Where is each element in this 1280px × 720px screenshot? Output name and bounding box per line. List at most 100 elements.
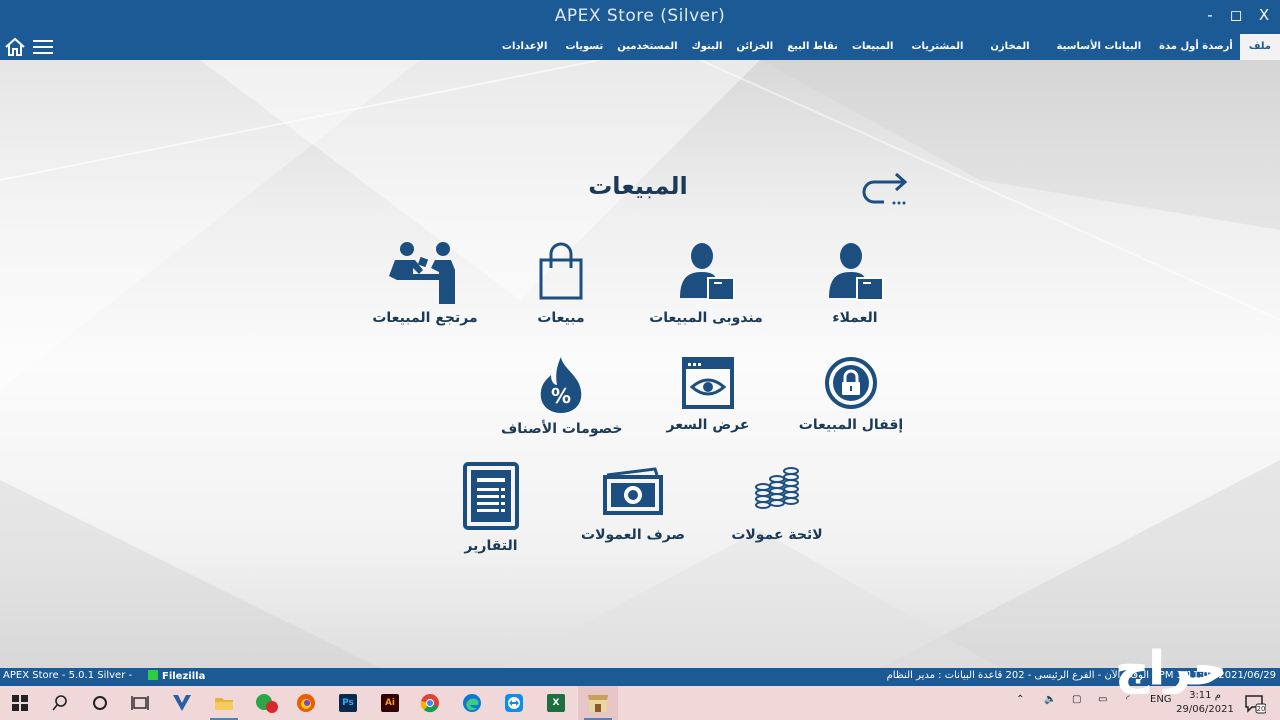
lock-icon: [825, 357, 877, 409]
menu-bar: ملف أرصدة أول مدة البيانات الأساسية المخ…: [0, 34, 1280, 60]
tray-chevron-icon[interactable]: ⌃: [1016, 694, 1024, 705]
store-icon: [588, 695, 608, 712]
notification-icon: 20: [1245, 695, 1267, 714]
tile-reports[interactable]: التقارير: [431, 462, 551, 554]
tile-label: العملاء: [832, 310, 878, 326]
whatsapp-icon: [256, 694, 278, 713]
tile-label: لائحة عمولات: [731, 527, 823, 543]
menu-file[interactable]: ملف: [1239, 34, 1280, 60]
watermark-text: حراج: [1116, 641, 1227, 694]
task-view-button[interactable]: [120, 686, 160, 720]
chrome-icon: [420, 694, 439, 713]
back-arrow-icon[interactable]: [862, 166, 914, 206]
menu-purchases[interactable]: المشتريات: [900, 34, 974, 60]
menu-warehouses[interactable]: المخازن: [974, 34, 1045, 60]
notification-center-button[interactable]: 20: [1244, 694, 1267, 714]
task-view-icon: [131, 696, 149, 710]
minimize-button[interactable]: -: [1200, 6, 1220, 24]
tile-label: مبيعات: [537, 310, 585, 326]
firefox-icon: [297, 694, 315, 712]
start-button[interactable]: [0, 686, 40, 720]
menu-adjustments[interactable]: تسويات: [558, 34, 610, 60]
search-button[interactable]: [40, 686, 80, 720]
taskbar-app-teamviewer[interactable]: [494, 686, 534, 720]
taskbar-app-edge[interactable]: [452, 686, 492, 720]
svg-text:%: %: [551, 384, 571, 408]
tile-item-discounts[interactable]: % خصومات الأصناف: [501, 355, 623, 437]
filezilla-status: Filezilla: [148, 670, 205, 682]
taskbar-app-chrome[interactable]: [410, 686, 450, 720]
background-pattern: [0, 60, 1280, 668]
cortana-circle-icon: [93, 696, 107, 710]
banknote-icon: [603, 467, 663, 515]
hamburger-menu-icon[interactable]: [33, 39, 53, 55]
taskbar-app-explorer[interactable]: [204, 686, 244, 720]
sales-return-icon: [389, 242, 455, 304]
sales-rep-icon: [680, 243, 735, 301]
battery-icon[interactable]: ▭: [1098, 694, 1107, 705]
windows-logo-icon: [12, 695, 28, 711]
tile-label: مرتجع المبيعات: [372, 310, 478, 326]
tile-label: إقفال المبيعات: [798, 417, 904, 433]
tile-close-sales[interactable]: إقفال المبيعات: [791, 355, 911, 433]
menu-basic-data[interactable]: البيانات الأساسية: [1046, 34, 1153, 60]
photoshop-icon: Ps: [339, 694, 357, 712]
taskbar-app-vpn[interactable]: [162, 686, 202, 720]
home-icon[interactable]: [4, 37, 26, 57]
status-green-indicator: [148, 670, 158, 680]
tile-commission-list[interactable]: لائحة عمولات: [717, 465, 837, 543]
taskbar-app-illustrator[interactable]: Ai: [370, 686, 410, 720]
menu-opening-balances[interactable]: أرصدة أول مدة: [1152, 34, 1240, 60]
menu-safes[interactable]: الخزائن: [729, 34, 780, 60]
report-document-icon: [463, 462, 519, 530]
wifi-icon[interactable]: ◜: [1126, 694, 1130, 705]
tile-label: صرف العمولات: [581, 527, 685, 543]
illustrator-icon: Ai: [381, 694, 399, 712]
notification-count: 20: [1257, 705, 1266, 713]
app-version: APEX Store - 5.0.1 Silver -: [3, 670, 133, 681]
page-title: المبيعات: [588, 172, 688, 200]
menu-sales[interactable]: المبيعات: [845, 34, 901, 60]
excel-icon: X: [547, 694, 565, 712]
close-button[interactable]: X: [1254, 6, 1274, 24]
taskbar-app-excel[interactable]: X: [536, 686, 576, 720]
menu-items: ملف أرصدة أول مدة البيانات الأساسية المخ…: [491, 34, 1280, 60]
watermark-logo: حراج: [1115, 641, 1227, 695]
tile-label: مندوبى المبيعات: [649, 310, 763, 326]
cortana-button[interactable]: [80, 686, 120, 720]
taskbar-app-whatsapp[interactable]: 2: [246, 686, 516, 720]
menu-banks[interactable]: البنوك: [685, 34, 730, 60]
taskbar-app-photoshop[interactable]: Ps: [328, 686, 368, 720]
taskbar-app-apex-store[interactable]: [578, 686, 618, 720]
network-icon[interactable]: ▢: [1072, 694, 1081, 705]
coins-stack-icon: [755, 467, 799, 509]
window-title: APEX Store (Silver): [554, 6, 726, 26]
tile-sales-reps[interactable]: مندوبى المبيعات: [646, 240, 766, 326]
quote-eye-icon: [682, 357, 734, 409]
taskbar-app-firefox[interactable]: [286, 686, 326, 720]
tile-label: خصومات الأصناف: [501, 421, 623, 437]
menu-users[interactable]: المستخدمين: [610, 34, 684, 60]
search-icon: [52, 695, 67, 711]
main-content: المبيعات العملاء مندوبى المبيعات مبيعات …: [0, 60, 1280, 668]
tile-sales[interactable]: مبيعات: [501, 240, 621, 326]
tile-sales-returns[interactable]: مرتجع المبيعات: [365, 240, 485, 326]
tile-label: التقارير: [464, 538, 518, 554]
tile-label: عرض السعر: [666, 417, 750, 433]
tile-pay-commissions[interactable]: صرف العمولات: [573, 465, 693, 543]
customer-icon: [829, 243, 884, 301]
clock-date: 29/06/2021: [1176, 704, 1234, 715]
discount-flame-icon: %: [540, 357, 582, 413]
tile-customers[interactable]: العملاء: [795, 240, 915, 326]
volume-icon[interactable]: 🔈: [1044, 694, 1056, 705]
maximize-button[interactable]: ◻: [1226, 6, 1246, 24]
menu-pos[interactable]: نقاط البيع: [780, 34, 845, 60]
tile-price-quote[interactable]: عرض السعر: [648, 355, 768, 433]
menu-settings[interactable]: الإعدادات: [491, 34, 559, 60]
language-indicator[interactable]: ENG: [1150, 694, 1172, 705]
filezilla-label: Filezilla: [162, 671, 206, 682]
shopping-bag-icon: [539, 242, 583, 300]
title-bar: APEX Store (Silver) - ◻ X: [0, 0, 1280, 34]
v-logo-icon: [173, 695, 191, 711]
edge-icon: [463, 694, 481, 712]
